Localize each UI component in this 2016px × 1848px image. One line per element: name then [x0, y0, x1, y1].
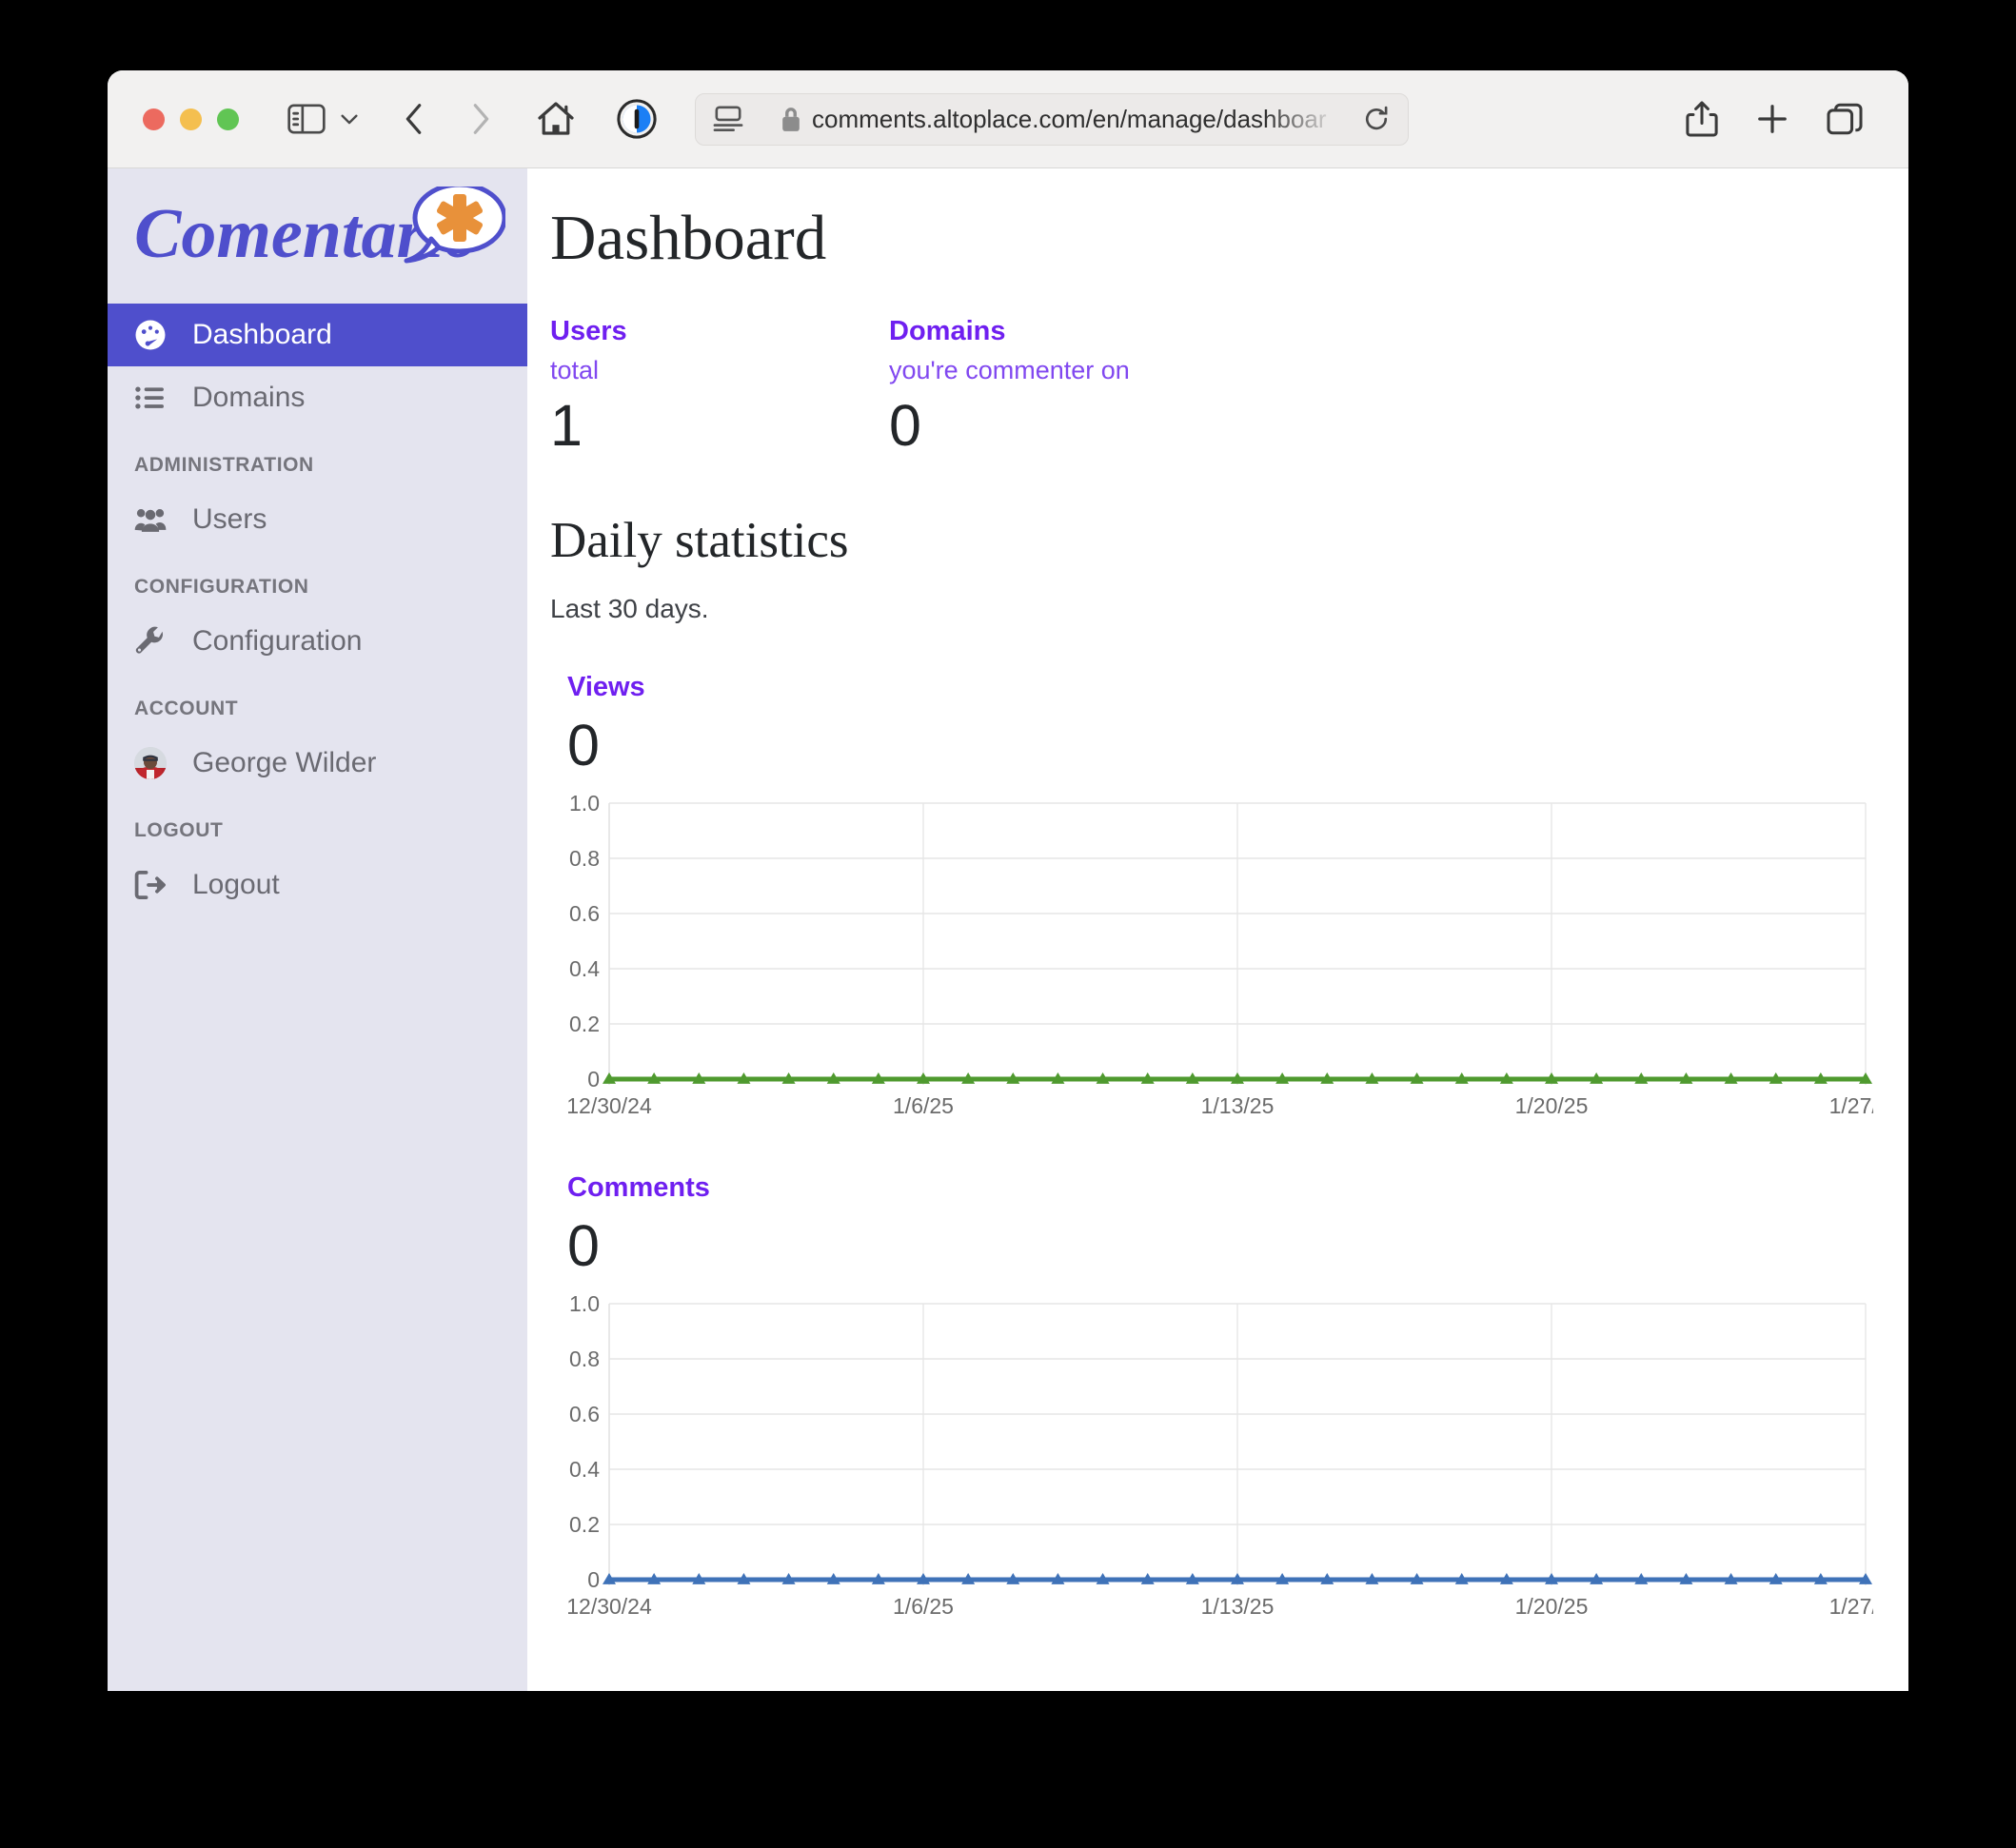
comments-line-chart[interactable]: 0 0.2 0.4 0.6 0.8 1.0 12/30/24 1/6/25 1/13/25 1/2… — [550, 1292, 1873, 1635]
app-body: Comentario Dashboard Domains ADMINISTRAT… — [108, 168, 1908, 1691]
section-subtitle: Last 30 days. — [550, 594, 709, 623]
list-icon — [134, 383, 174, 413]
stat-title: Users — [550, 316, 627, 346]
svg-text:1.0: 1.0 — [569, 1292, 600, 1316]
close-window-button[interactable] — [143, 108, 165, 130]
gauge-icon — [134, 319, 174, 351]
sidebar-item-label: Configuration — [192, 625, 363, 657]
sidebar-item-label: Users — [192, 503, 267, 535]
svg-text:1/27/25: 1/27/25 — [1829, 1093, 1873, 1118]
url-text: comments.altoplace.com/en/manage/dashboa… — [812, 104, 1327, 133]
sidebar-section-administration: ADMINISTRATION — [134, 454, 314, 476]
reload-icon[interactable] — [1362, 105, 1391, 133]
sidebar-item-logout[interactable]: Logout — [108, 854, 527, 916]
sidebar-section-logout: LOGOUT — [134, 819, 224, 841]
plus-icon[interactable] — [1756, 103, 1789, 135]
avatar — [134, 747, 174, 779]
stat-card-users: Users total 1 — [550, 316, 889, 455]
svg-text:0: 0 — [587, 1567, 600, 1592]
forward-arrow-icon[interactable] — [466, 101, 495, 137]
chart-block-views: Views 0 0 0.2 0.4 0.6 0.8 1.0 12/30/24 1/6/25 1/… — [550, 672, 1908, 1134]
comentario-logo-icon: Comentario — [134, 187, 505, 273]
sidebar-item-label: Logout — [192, 869, 280, 900]
page-title: Dashboard — [550, 203, 827, 273]
stat-value: 1 — [550, 393, 583, 458]
app-logo[interactable]: Comentario — [108, 168, 527, 304]
sidebar-item-label: Dashboard — [192, 319, 332, 350]
svg-text:0.6: 0.6 — [569, 901, 600, 926]
minimize-window-button[interactable] — [180, 108, 202, 130]
svg-text:0.2: 0.2 — [569, 1512, 600, 1537]
sidebar-item-dashboard[interactable]: Dashboard — [108, 304, 527, 366]
sidebar-section-account: ACCOUNT — [134, 698, 239, 719]
svg-text:0.4: 0.4 — [569, 1457, 600, 1482]
svg-text:1/6/25: 1/6/25 — [893, 1093, 954, 1118]
svg-text:1/27/25: 1/27/25 — [1829, 1594, 1873, 1619]
chart-total: 0 — [567, 713, 600, 777]
stat-subtitle: you're commenter on — [889, 356, 1130, 384]
sidebar-item-account[interactable]: George Wilder — [108, 732, 527, 795]
lock-icon — [781, 107, 801, 132]
address-bar[interactable]: comments.altoplace.com/en/manage/dashboa… — [695, 92, 1409, 146]
svg-text:1/13/25: 1/13/25 — [1201, 1594, 1275, 1619]
stat-card-domains: Domains you're commenter on 0 — [889, 316, 1228, 455]
chart-heading: Views — [567, 672, 645, 702]
wrench-icon — [134, 626, 174, 657]
users-icon — [134, 503, 174, 536]
sidebar-item-configuration[interactable]: Configuration — [108, 610, 527, 673]
svg-text:0.4: 0.4 — [569, 956, 600, 981]
svg-text:0.8: 0.8 — [569, 846, 600, 871]
svg-text:0.2: 0.2 — [569, 1012, 600, 1036]
stat-value: 0 — [889, 393, 921, 458]
svg-text:0.6: 0.6 — [569, 1402, 600, 1426]
sidebar-toggle-icon[interactable] — [287, 104, 326, 134]
tab-overview-icon[interactable] — [1827, 103, 1863, 135]
toolbar-right-actions — [1686, 101, 1863, 137]
sidebar-item-label: George Wilder — [192, 747, 377, 778]
sidebar: Comentario Dashboard Domains ADMINISTRAT… — [108, 168, 527, 1691]
back-arrow-icon[interactable] — [400, 101, 428, 137]
chart-heading: Comments — [567, 1172, 710, 1203]
svg-text:0: 0 — [587, 1067, 600, 1091]
svg-text:12/30/24: 12/30/24 — [566, 1093, 652, 1118]
avatar-image — [134, 747, 167, 779]
reader-view-icon[interactable] — [712, 105, 744, 133]
svg-text:1/20/25: 1/20/25 — [1515, 1594, 1589, 1619]
chart-block-comments: Comments 0 0 0.2 0.4 0.6 0.8 1.0 12/30/24 1/6/2… — [550, 1172, 1908, 1635]
sidebar-item-label: Domains — [192, 382, 306, 413]
svg-text:1/13/25: 1/13/25 — [1201, 1093, 1275, 1118]
svg-text:1.0: 1.0 — [569, 792, 600, 816]
section-title: Daily statistics — [550, 513, 849, 568]
browser-toolbar: comments.altoplace.com/en/manage/dashboa… — [108, 70, 1908, 168]
svg-text:12/30/24: 12/30/24 — [566, 1594, 652, 1619]
svg-text:1/6/25: 1/6/25 — [893, 1594, 954, 1619]
zoom-window-button[interactable] — [217, 108, 239, 130]
sidebar-item-domains[interactable]: Domains — [108, 366, 527, 429]
sidebar-section-configuration: CONFIGURATION — [134, 576, 309, 598]
sidebar-item-users[interactable]: Users — [108, 488, 527, 551]
views-line-chart[interactable]: 0 0.2 0.4 0.6 0.8 1.0 12/30/24 1/6/25 1/13/25 1/2… — [550, 792, 1873, 1134]
main-content: Dashboard Users total 1 Domains you're c… — [527, 168, 1908, 1691]
logout-icon — [134, 870, 174, 900]
stats-row: Users total 1 Domains you're commenter o… — [550, 316, 1908, 455]
window-controls — [143, 108, 239, 130]
stat-title: Domains — [889, 316, 1006, 346]
onepassword-icon[interactable] — [617, 99, 657, 139]
svg-text:1/20/25: 1/20/25 — [1515, 1093, 1589, 1118]
stat-subtitle: total — [550, 356, 600, 384]
svg-text:0.8: 0.8 — [569, 1347, 600, 1371]
share-icon[interactable] — [1686, 101, 1718, 137]
browser-window: comments.altoplace.com/en/manage/dashboa… — [108, 70, 1908, 1691]
chevron-down-icon[interactable] — [337, 107, 362, 131]
chart-total: 0 — [567, 1213, 600, 1278]
home-icon[interactable] — [537, 101, 575, 137]
